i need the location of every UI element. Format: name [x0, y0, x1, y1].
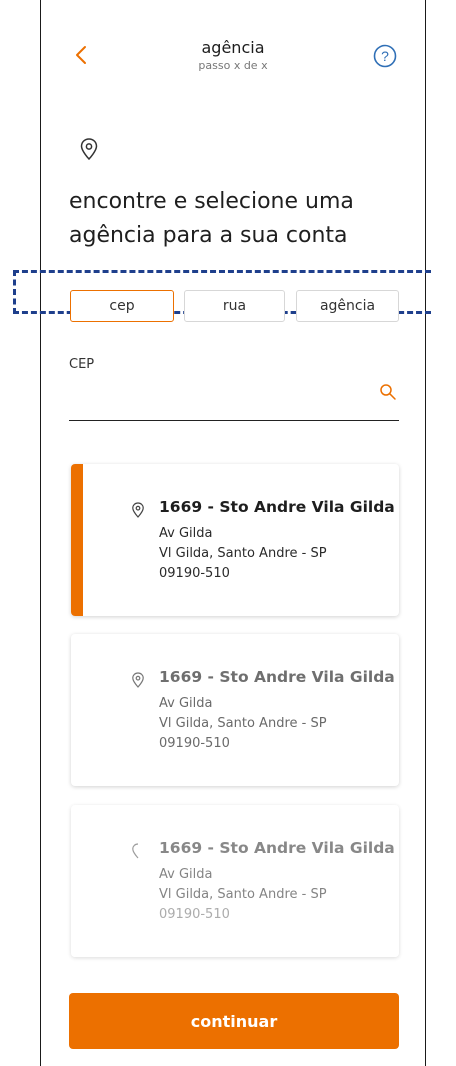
location-pin-icon — [80, 138, 98, 161]
page-title: agência — [201, 38, 265, 57]
cep-field-underline[interactable] — [69, 420, 399, 421]
continue-button[interactable]: continuar — [69, 993, 399, 1049]
agency-name: 1669 - Sto Andre Vila Gilda — [159, 668, 395, 686]
agency-district: Vl Gilda, Santo Andre - SP — [159, 546, 327, 561]
phone-screen: agência passo x de x ? encontre e seleci… — [13, 0, 431, 1066]
agency-card-selected[interactable]: 1669 - Sto Andre Vila Gilda Av Gilda Vl … — [71, 464, 399, 616]
agency-card[interactable]: 1669 - Sto Andre Vila Gilda Av Gilda Vl … — [71, 634, 399, 786]
agency-street: Av Gilda — [159, 696, 213, 711]
search-icon[interactable] — [379, 383, 397, 401]
location-pin-icon — [132, 502, 144, 518]
tab-rua[interactable]: rua — [184, 290, 285, 322]
selected-indicator-bar — [71, 464, 83, 616]
page-headline: encontre e selecione uma agência para a … — [69, 189, 354, 248]
tab-cep[interactable]: cep — [70, 290, 174, 322]
svg-text:?: ? — [381, 48, 389, 64]
step-indicator: passo x de x — [198, 59, 268, 72]
tab-agencia[interactable]: agência — [296, 290, 399, 322]
agency-card[interactable]: 1669 - Sto Andre Vila Gilda Av Gilda Vl … — [71, 805, 399, 957]
location-pin-icon — [132, 843, 139, 859]
cep-field-label: CEP — [69, 357, 95, 372]
agency-name: 1669 - Sto Andre Vila Gilda — [159, 498, 395, 516]
scroll-fade — [71, 917, 399, 957]
header: agência passo x de x ? — [41, 0, 425, 90]
agency-district: Vl Gilda, Santo Andre - SP — [159, 887, 327, 902]
agency-street: Av Gilda — [159, 526, 213, 541]
agency-street: Av Gilda — [159, 867, 213, 882]
help-icon[interactable]: ? — [373, 44, 397, 68]
agency-name: 1669 - Sto Andre Vila Gilda — [159, 839, 395, 857]
location-pin-icon — [132, 672, 144, 688]
agency-cep: 09190-510 — [159, 566, 230, 581]
agency-district: Vl Gilda, Santo Andre - SP — [159, 716, 327, 731]
agency-cep: 09190-510 — [159, 736, 230, 751]
